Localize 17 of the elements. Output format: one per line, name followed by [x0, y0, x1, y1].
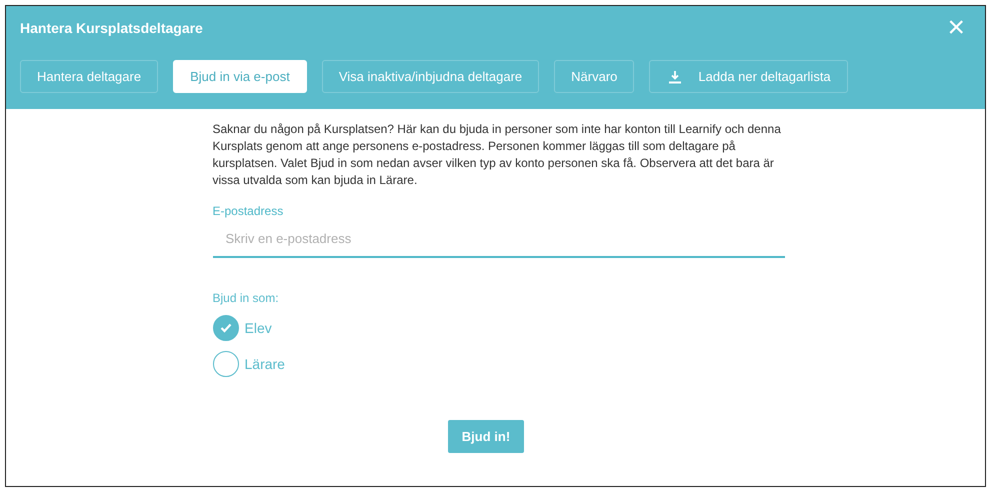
download-icon	[668, 70, 682, 84]
tab[interactable]: Ladda ner deltagarlista	[649, 60, 848, 93]
check-icon	[220, 323, 232, 333]
option-label: Lärare	[244, 356, 285, 372]
close-button[interactable]: ×	[941, 13, 971, 43]
field-label: E-postadress	[212, 204, 284, 218]
tab[interactable]: Hantera deltagare	[20, 60, 158, 93]
radio-button[interactable]	[212, 315, 238, 341]
tab[interactable]: Bjud in via e-post	[173, 60, 307, 93]
role-label: Bjud in som:	[212, 291, 280, 305]
tab[interactable]: Visa inaktiva/inbjudna deltagare	[322, 60, 540, 93]
window-title: Hantera Kursplatsdeltagare	[20, 20, 203, 36]
radio-button[interactable]	[212, 351, 238, 377]
tab[interactable]: Närvaro	[554, 60, 634, 93]
option-label: Elev	[244, 320, 272, 336]
invite-button[interactable]: Bjud in!	[448, 420, 524, 453]
description-text: Saknar du någon på Kursplatsen? Här kan du bjuda in personer som inte har konton till Learnify och denna Kursplats genom att ange personens e-postadress. Personen kommer läggas till som deltagare på kursplatsen. Valet Bjud in som nedan avser vilken typ av konto personen ska få. Observera att det bara är vissa utvalda som kan bjuda in Lärare.	[212, 121, 782, 189]
